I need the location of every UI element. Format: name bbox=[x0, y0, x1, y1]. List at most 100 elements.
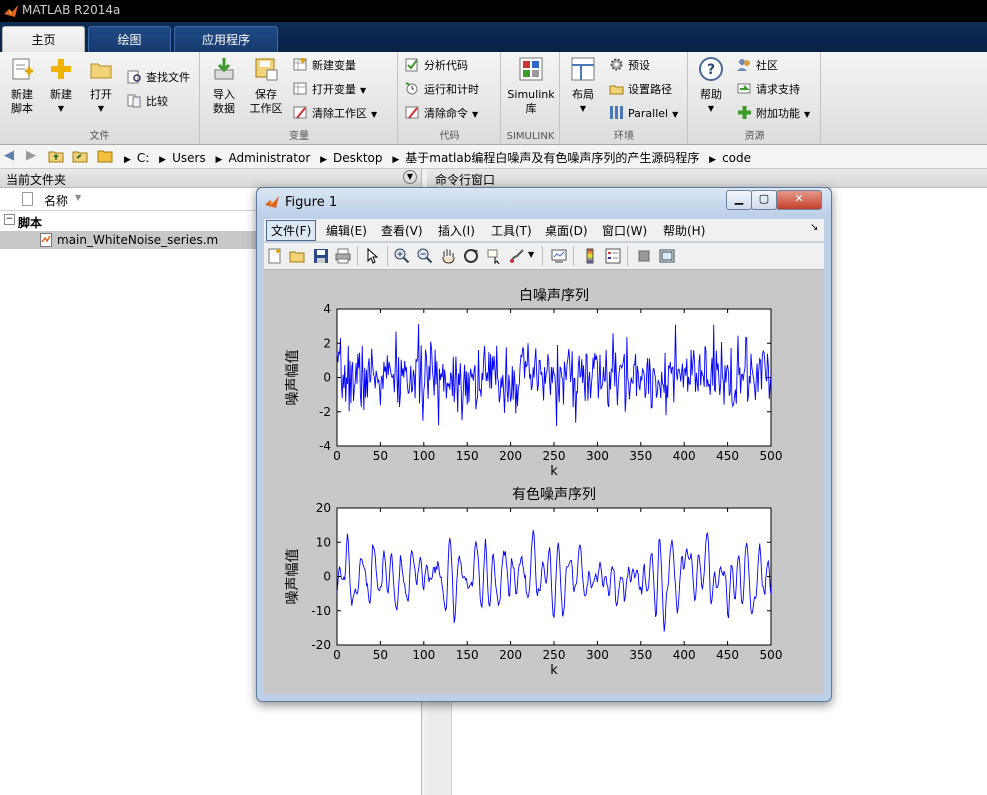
dock-arrow-icon[interactable]: ↘ bbox=[810, 222, 818, 233]
add-ons-button[interactable]: 附加功能 ▼ bbox=[737, 104, 810, 124]
hide-plot-tools-icon[interactable] bbox=[636, 248, 652, 264]
print-icon[interactable] bbox=[335, 248, 351, 264]
panel-menu-icon[interactable]: ▼ bbox=[403, 170, 417, 184]
figure-window[interactable]: Figure 1 ▁ ▢ ✕ 文件(F) 编辑(E) 查看(V) 插入(I) 工… bbox=[256, 187, 832, 702]
breadcrumb-item[interactable]: C: bbox=[137, 151, 149, 165]
list-item[interactable]: main_WhiteNoise_series.m bbox=[0, 231, 258, 249]
figure-title-bar[interactable]: Figure 1 ▁ ▢ ✕ bbox=[257, 188, 831, 216]
minimize-icon: ▁ bbox=[734, 192, 744, 205]
analyze-code-button[interactable]: 分析代码 bbox=[405, 56, 468, 76]
section-label-variable: 变量 bbox=[289, 131, 309, 142]
clear-workspace-dropdown-icon[interactable]: ▼ bbox=[371, 110, 377, 119]
breadcrumb-item[interactable]: Administrator bbox=[228, 151, 310, 165]
menu-desktop[interactable]: 桌面(D) bbox=[545, 222, 588, 239]
show-plot-tools-icon[interactable] bbox=[659, 248, 675, 264]
run-and-time-button[interactable]: 运行和计时 bbox=[405, 80, 479, 100]
parallel-button[interactable]: Parallel ▼ bbox=[609, 104, 678, 124]
rotate-3d-icon[interactable] bbox=[463, 248, 479, 264]
parallel-icon bbox=[610, 106, 623, 119]
breadcrumb-item[interactable]: Desktop bbox=[333, 151, 383, 165]
maximize-icon: ▢ bbox=[758, 192, 770, 205]
sort-arrow-icon: ▼ bbox=[75, 193, 82, 202]
new-variable-button[interactable]: 新建变量 bbox=[293, 56, 356, 76]
tab-plots[interactable]: 绘图 bbox=[88, 26, 171, 52]
breadcrumb-separator-icon: ▶ bbox=[159, 155, 167, 165]
menu-window[interactable]: 窗口(W) bbox=[602, 222, 647, 239]
save-icon[interactable] bbox=[313, 248, 329, 264]
menu-help[interactable]: 帮助(H) bbox=[663, 222, 705, 239]
pointer-icon[interactable] bbox=[365, 248, 381, 264]
menu-tools[interactable]: 工具(T) bbox=[491, 222, 532, 239]
figure-toolbar: ▼ bbox=[264, 243, 824, 270]
maximize-button[interactable]: ▢ bbox=[751, 190, 777, 210]
zoom-out-icon[interactable] bbox=[417, 248, 433, 264]
close-button[interactable]: ✕ bbox=[776, 190, 822, 210]
add-ons-dropdown-icon[interactable]: ▼ bbox=[804, 110, 810, 119]
menu-edit[interactable]: 编辑(E) bbox=[326, 222, 367, 239]
tab-apps[interactable]: 应用程序 bbox=[174, 26, 278, 52]
menu-view[interactable]: 查看(V) bbox=[381, 222, 423, 239]
layout-button[interactable]: 布局 ▼ bbox=[565, 56, 601, 116]
find-files-button[interactable]: 查找文件 bbox=[127, 68, 190, 88]
figure-title: Figure 1 bbox=[285, 195, 338, 210]
y-tick-label: 10 bbox=[316, 535, 331, 549]
import-data-button[interactable]: 导入 数据 bbox=[205, 56, 243, 116]
back-arrow-icon[interactable]: ◀ bbox=[4, 148, 14, 163]
new-button[interactable]: 新建 ▼ bbox=[44, 56, 78, 116]
menu-insert[interactable]: 插入(I) bbox=[438, 222, 475, 239]
browse-folder-icon[interactable] bbox=[72, 148, 88, 164]
save-workspace-button[interactable]: 保存 工作区 bbox=[247, 56, 285, 116]
open-variable-dropdown-icon[interactable]: ▼ bbox=[360, 86, 366, 95]
section-label-simulink: SIMULINK bbox=[506, 131, 555, 142]
legend-icon[interactable] bbox=[605, 248, 621, 264]
data-cursor-icon[interactable] bbox=[486, 248, 502, 264]
simulink-library-button[interactable]: Simulink 库 bbox=[504, 56, 558, 116]
breadcrumb-item[interactable]: Users bbox=[172, 151, 206, 165]
tab-home[interactable]: 主页 bbox=[2, 26, 85, 52]
x-tick-label: 0 bbox=[333, 449, 341, 463]
minimize-button[interactable]: ▁ bbox=[726, 190, 752, 210]
community-button[interactable]: 社区 bbox=[737, 56, 778, 76]
figure-canvas[interactable]: 0 50 100 150 200 250 300 350 400 450 500 4 2 0 -2 -4 白噪声… bbox=[264, 270, 824, 694]
set-path-button[interactable]: 设置路径 bbox=[609, 80, 672, 100]
current-folder-title: 当前文件夹 bbox=[6, 173, 67, 187]
y-tick-label: -2 bbox=[319, 405, 331, 419]
parallel-dropdown-icon[interactable]: ▼ bbox=[672, 110, 678, 119]
x-tick-label: 300 bbox=[586, 449, 609, 463]
forward-arrow-icon[interactable]: ▶ bbox=[26, 148, 36, 163]
zoom-in-icon[interactable] bbox=[394, 248, 410, 264]
new-script-button[interactable]: 新建 脚本 bbox=[4, 56, 40, 116]
brush-dropdown-icon[interactable]: ▼ bbox=[528, 250, 534, 259]
compare-button[interactable]: 比较 bbox=[127, 92, 168, 112]
pan-hand-icon[interactable] bbox=[440, 248, 456, 264]
open-file-icon[interactable] bbox=[289, 248, 305, 264]
menu-file[interactable]: 文件(F) bbox=[266, 220, 317, 241]
help-icon: ? bbox=[699, 57, 723, 81]
layout-label: 布局 bbox=[572, 88, 594, 101]
breadcrumb-separator-icon: ▶ bbox=[392, 155, 400, 165]
breadcrumb-item[interactable]: code bbox=[722, 151, 751, 165]
simulink-library-label: Simulink 库 bbox=[507, 88, 555, 115]
brush-icon[interactable] bbox=[509, 248, 525, 264]
x-tick-label: 50 bbox=[373, 648, 388, 662]
request-support-button[interactable]: 请求支持 bbox=[737, 80, 800, 100]
y-tick-label: -10 bbox=[311, 604, 331, 618]
clear-commands-button[interactable]: 清除命令 ▼ bbox=[405, 104, 478, 124]
clear-workspace-button[interactable]: 清除工作区 ▼ bbox=[293, 104, 377, 124]
up-folder-icon[interactable] bbox=[48, 148, 64, 164]
collapse-icon[interactable]: − bbox=[4, 214, 15, 225]
app-title-bar: MATLAB R2014a bbox=[0, 0, 987, 22]
open-button[interactable]: 打开 ▼ bbox=[84, 56, 118, 116]
breadcrumb-separator-icon: ▶ bbox=[124, 155, 131, 165]
parallel-label: Parallel bbox=[628, 107, 669, 120]
open-variable-button[interactable]: 打开变量 ▼ bbox=[293, 80, 366, 100]
breadcrumb-item[interactable]: 基于matlab编程白噪声及有色噪声序列的产生源码程序 bbox=[405, 151, 699, 165]
help-button[interactable]: ? 帮助 ▼ bbox=[693, 56, 729, 116]
clear-commands-dropdown-icon[interactable]: ▼ bbox=[472, 110, 478, 119]
colorbar-icon[interactable] bbox=[582, 248, 598, 264]
preferences-button[interactable]: 预设 bbox=[609, 56, 650, 76]
link-plot-icon[interactable] bbox=[551, 248, 567, 264]
clear-commands-icon bbox=[405, 106, 419, 119]
y-tick-label: 4 bbox=[323, 302, 331, 316]
new-figure-icon[interactable] bbox=[267, 248, 283, 264]
